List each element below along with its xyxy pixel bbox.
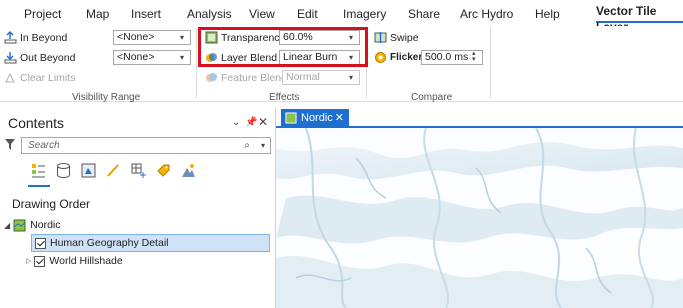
layer-row-world-hillshade[interactable]: ▷ World Hillshade xyxy=(26,253,123,269)
close-icon[interactable]: ✕ xyxy=(258,115,268,129)
list-by-data-source-icon[interactable] xyxy=(55,162,72,179)
search-placeholder: Search xyxy=(28,140,60,151)
spinner-arrows-icon: ▴ ▾ xyxy=(472,50,476,63)
map-view: Nordic ✕ xyxy=(276,107,683,308)
feature-blend-value: Normal xyxy=(286,71,320,83)
map-name: Nordic xyxy=(30,219,61,231)
swipe-icon xyxy=(374,32,387,43)
feature-blend-label: Feature Blend xyxy=(221,71,287,84)
tab-map[interactable]: Map xyxy=(86,3,109,25)
list-by-snapping-icon[interactable] xyxy=(130,162,147,179)
map-canvas[interactable] xyxy=(276,128,683,308)
expanded-arrow-icon[interactable]: ◢ xyxy=(4,221,10,230)
clear-limits-button[interactable]: Clear Limits xyxy=(4,69,75,86)
effects-highlight-box xyxy=(198,27,368,67)
out-beyond-dropdown[interactable]: <None> ▾ xyxy=(113,50,191,65)
list-by-labeling-icon[interactable] xyxy=(155,162,172,179)
group-label-compare: Compare xyxy=(411,92,453,103)
chevron-down-icon: ▾ xyxy=(180,53,185,62)
in-beyond-value: <None> xyxy=(117,31,155,43)
chevron-down-icon: ▾ xyxy=(180,33,185,42)
map-node-nordic[interactable]: ◢ Nordic xyxy=(4,217,61,233)
chevron-down-icon: ▾ xyxy=(349,73,354,82)
list-by-perspective-imagery-icon[interactable] xyxy=(180,162,197,179)
zoom-out-beyond-icon xyxy=(4,52,17,64)
tab-edit[interactable]: Edit xyxy=(297,3,318,25)
search-icon[interactable]: ⌕ xyxy=(244,138,250,153)
collapsed-arrow-icon[interactable]: ▷ xyxy=(26,257,31,265)
contents-pane: Contents ⌄ 📌 ✕ Search ⌕ ▾ Drawing Order … xyxy=(0,107,276,308)
out-beyond-label: Out Beyond xyxy=(20,51,76,64)
close-icon[interactable]: ✕ xyxy=(335,109,344,127)
ribbon-tabs: Project Map Insert Analysis View Edit Im… xyxy=(0,0,683,34)
clear-limits-icon xyxy=(5,72,15,83)
map-icon xyxy=(13,219,26,231)
clear-limits-label: Clear Limits xyxy=(20,71,76,84)
flicker-icon xyxy=(375,52,386,63)
feature-blend-button[interactable]: Feature Blend xyxy=(205,69,287,86)
zoom-in-beyond-icon xyxy=(4,31,17,44)
tab-imagery[interactable]: Imagery xyxy=(343,3,386,25)
list-by-selection-icon[interactable] xyxy=(80,162,97,179)
flicker-interval-spinner[interactable]: 500.0 ms ▴ ▾ xyxy=(421,50,483,65)
layer-row-human-geography-detail[interactable]: Human Geography Detail xyxy=(35,235,168,251)
in-beyond-label: In Beyond xyxy=(20,31,68,44)
group-label-visibility-range: Visibility Range xyxy=(72,92,141,103)
filter-icon[interactable] xyxy=(5,139,15,150)
feature-blend-dropdown[interactable]: Normal ▾ xyxy=(282,70,360,85)
in-beyond-button[interactable]: In Beyond xyxy=(4,29,67,46)
tab-insert[interactable]: Insert xyxy=(131,3,161,25)
tab-view[interactable]: View xyxy=(249,3,275,25)
out-beyond-button[interactable]: Out Beyond xyxy=(4,49,75,66)
layer-name: Human Geography Detail xyxy=(50,237,169,249)
in-beyond-dropdown[interactable]: <None> ▾ xyxy=(113,30,191,45)
chevron-down-icon[interactable]: ⌄ xyxy=(232,117,240,128)
flicker-value: 500.0 ms xyxy=(425,51,469,63)
tab-vector-tile-layer[interactable]: Vector Tile Layer xyxy=(596,3,683,34)
pin-icon[interactable]: 📌 xyxy=(245,117,257,128)
map-tab-nordic[interactable]: Nordic ✕ xyxy=(281,109,349,127)
swipe-button[interactable]: Swipe xyxy=(374,29,419,46)
layer-visibility-checkbox[interactable] xyxy=(35,237,46,249)
swipe-label: Swipe xyxy=(390,31,419,44)
tab-help[interactable]: Help xyxy=(535,3,560,25)
out-beyond-value: <None> xyxy=(117,51,155,63)
map-icon xyxy=(285,112,297,124)
feature-blend-icon xyxy=(206,73,217,82)
list-by-editing-icon[interactable] xyxy=(105,162,122,179)
tab-analysis[interactable]: Analysis xyxy=(187,3,232,25)
map-tab-label: Nordic xyxy=(301,112,333,124)
active-view-indicator xyxy=(28,185,50,187)
tab-arc-hydro[interactable]: Arc Hydro xyxy=(460,3,513,25)
flicker-button[interactable]: Flicker xyxy=(374,49,422,66)
tab-project[interactable]: Project xyxy=(24,3,61,25)
layer-visibility-checkbox[interactable] xyxy=(34,255,46,267)
chevron-down-icon[interactable]: ▾ xyxy=(261,138,265,153)
layer-name: World Hillshade xyxy=(49,255,123,267)
group-label-effects: Effects xyxy=(269,92,300,103)
group-separator xyxy=(196,28,197,98)
list-by-drawing-order-icon[interactable] xyxy=(30,162,47,179)
search-input[interactable]: Search ⌕ ▾ xyxy=(21,137,271,154)
drawing-order-heading: Drawing Order xyxy=(12,197,91,211)
tab-share[interactable]: Share xyxy=(408,3,440,25)
group-separator xyxy=(490,28,491,98)
contents-title: Contents xyxy=(8,115,65,131)
hillshade-terrain xyxy=(276,128,683,308)
contents-toolbar xyxy=(30,162,197,184)
flicker-label: Flicker xyxy=(390,52,423,63)
